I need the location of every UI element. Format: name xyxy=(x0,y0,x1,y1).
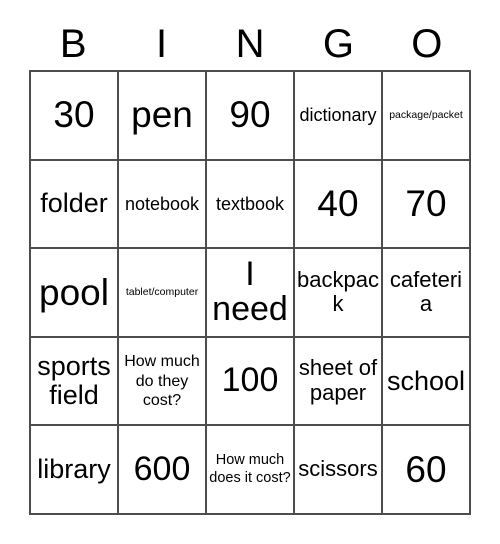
bingo-cell-text: textbook xyxy=(215,193,285,214)
bingo-cell[interactable]: textbook xyxy=(207,160,295,250)
bingo-cell-text: 70 xyxy=(405,183,447,225)
bingo-cell[interactable]: folder xyxy=(31,160,119,250)
bingo-cell[interactable]: How much does it cost? xyxy=(207,426,295,515)
bingo-cell[interactable]: backpack xyxy=(295,249,383,338)
bingo-cell-text: pen xyxy=(131,94,193,136)
bingo-cell-text: dictionary xyxy=(299,104,377,125)
bingo-cell[interactable]: pool xyxy=(31,249,119,338)
bingo-header-letter-n: N xyxy=(235,22,265,66)
bingo-cell[interactable]: sheet of paper xyxy=(295,337,383,427)
bingo-cell-text: 100 xyxy=(221,361,279,400)
bingo-cell[interactable]: tablet/computer xyxy=(119,249,207,338)
bingo-cell-text: folder xyxy=(40,188,108,219)
bingo-cell[interactable]: scissors xyxy=(295,426,383,515)
bingo-cell[interactable]: pen xyxy=(119,72,207,161)
bingo-header-letter-o: O xyxy=(411,22,443,66)
bingo-cell-text: How much does it cost? xyxy=(209,452,291,486)
bingo-card: B I N G O 30 pen 90 dictionary package/p… xyxy=(0,0,500,544)
bingo-cell-text: scissors xyxy=(298,456,378,482)
bingo-cell[interactable]: library xyxy=(31,426,119,515)
bingo-cell-text: notebook xyxy=(124,193,200,214)
bingo-cell[interactable]: 30 xyxy=(31,72,119,161)
bingo-cell[interactable]: cafeteria xyxy=(383,249,471,338)
bingo-cell[interactable]: notebook xyxy=(119,160,207,250)
bingo-cell-text: How much do they cost? xyxy=(124,353,200,409)
bingo-cell-text: 30 xyxy=(53,94,95,136)
bingo-cell[interactable]: 70 xyxy=(383,160,471,250)
bingo-cell[interactable]: 40 xyxy=(295,160,383,250)
bingo-cell-text: 90 xyxy=(229,94,271,136)
bingo-cell[interactable]: 600 xyxy=(119,426,207,515)
bingo-cell-text: backpack xyxy=(297,266,379,317)
bingo-cell[interactable]: sports field xyxy=(31,337,119,427)
bingo-header-row: B I N G O xyxy=(29,18,471,70)
bingo-cell-text: tablet/computer xyxy=(125,286,199,299)
bingo-cell-text: I need xyxy=(212,254,288,329)
bingo-cell-text: library xyxy=(37,454,111,485)
bingo-cell-text: 600 xyxy=(133,449,191,488)
bingo-cell-text: cafeteria xyxy=(389,266,463,317)
bingo-cell-text: sheet of paper xyxy=(298,355,378,406)
bingo-header-letter-g: G xyxy=(322,22,354,66)
bingo-cell[interactable]: How much do they cost? xyxy=(119,337,207,427)
bingo-cell[interactable]: 90 xyxy=(207,72,295,161)
bingo-cell-text: school xyxy=(386,365,466,396)
bingo-cell-text: 40 xyxy=(317,183,359,225)
bingo-cell[interactable]: school xyxy=(383,337,471,427)
bingo-cell[interactable]: dictionary xyxy=(295,72,383,161)
bingo-cell[interactable]: 100 xyxy=(207,337,295,427)
bingo-cell[interactable]: I need xyxy=(207,249,295,338)
bingo-grid: 30 pen 90 dictionary package/packet fold… xyxy=(29,70,471,515)
bingo-header-letter-b: B xyxy=(59,22,87,66)
bingo-cell-text: package/packet xyxy=(389,109,463,121)
bingo-cell[interactable]: 60 xyxy=(383,426,471,515)
bingo-cell[interactable]: package/packet xyxy=(383,72,471,161)
bingo-cell-text: sports field xyxy=(37,350,111,411)
bingo-cell-text: pool xyxy=(39,271,109,313)
bingo-header-letter-i: I xyxy=(156,22,168,66)
bingo-cell-text: 60 xyxy=(405,448,447,490)
